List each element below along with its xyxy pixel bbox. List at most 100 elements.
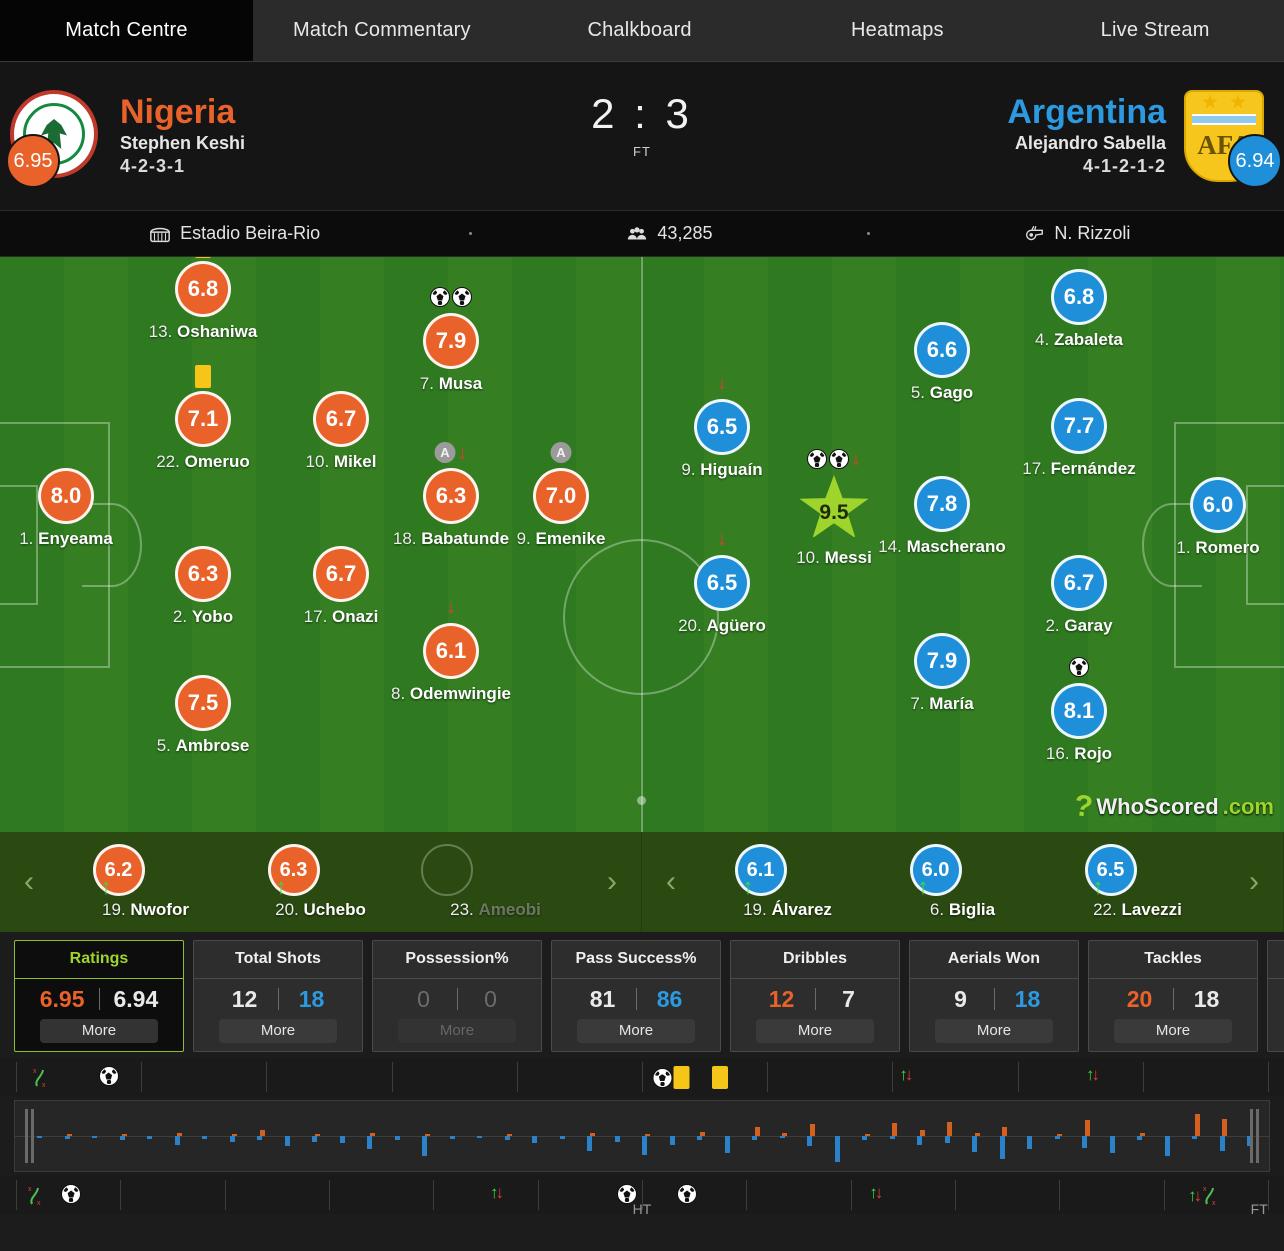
pitch-player[interactable]: 7.7 17. Fernández xyxy=(999,398,1159,479)
player-rating[interactable]: 6.3 xyxy=(175,546,231,602)
stat-card-title: Tackles xyxy=(1089,941,1257,979)
pitch-player[interactable]: ↓ 6.5 9. Higuaín xyxy=(642,373,802,480)
pitch-player[interactable]: 7.9 7. María xyxy=(862,633,1022,714)
timeline-event[interactable]: xx xyxy=(25,1184,45,1206)
stat-more-button[interactable]: More xyxy=(935,1018,1053,1043)
pitch-player[interactable]: 6.7 2. Garay xyxy=(999,555,1159,636)
stat-card-dribbles[interactable]: Dribbles 12 7 More xyxy=(730,940,900,1052)
goal-icon xyxy=(807,449,827,469)
stat-card-pass-success[interactable]: Pass Success% 81 86 More xyxy=(551,940,721,1052)
timeline-event[interactable]: ↑↓ xyxy=(1086,1066,1100,1083)
player-rating[interactable]: 6.0 xyxy=(1190,477,1246,533)
pitch-player[interactable]: 6.0 1. Romero xyxy=(1138,477,1284,558)
away-subs-next-button[interactable]: › xyxy=(1225,865,1283,899)
timeline-tick xyxy=(16,1062,17,1092)
substitute-player[interactable]: ↑ 6.3 20. Uchebo xyxy=(246,844,396,920)
player-rating[interactable]: 7.0 xyxy=(533,468,589,524)
tab-live-stream[interactable]: Live Stream xyxy=(1026,0,1284,61)
player-rating[interactable]: 6.3 xyxy=(423,468,479,524)
stat-card-aerials-won[interactable]: Aerials Won 9 18 More xyxy=(909,940,1079,1052)
timeline-event[interactable] xyxy=(677,1184,698,1204)
player-rating[interactable]: 7.1 xyxy=(175,391,231,447)
timeline-tick xyxy=(767,1062,769,1092)
tab-chalkboard[interactable]: Chalkboard xyxy=(511,0,769,61)
timeline-top-row[interactable]: x x ↑↓ ↑↓ xyxy=(0,1058,1284,1096)
pitch-player[interactable]: ↓ 6.1 8. Odemwingie xyxy=(371,597,531,704)
momentum-bar-nigeria xyxy=(892,1122,897,1136)
timeline-bottom-row[interactable]: x x ↑↓ ↑↓ ↑↓ x x HT FT xyxy=(0,1176,1284,1217)
pitch-player[interactable]: A 7.0 9. Emenike xyxy=(481,442,641,549)
player-rating[interactable]: 7.9 xyxy=(914,633,970,689)
home-subs-prev-button[interactable]: ‹ xyxy=(0,865,58,899)
player-rating[interactable]: 6.8 xyxy=(1051,269,1107,325)
timeline-event[interactable] xyxy=(61,1184,82,1204)
stat-card-ratings[interactable]: Ratings 6.95 6.94 More xyxy=(14,940,184,1052)
pitch-player[interactable]: 6.8 4. Zabaleta xyxy=(999,269,1159,350)
player-rating[interactable]: 6.8 xyxy=(175,261,231,317)
player-rating[interactable]: 7.5 xyxy=(175,675,231,731)
stat-card-total-shots[interactable]: Total Shots 12 18 More xyxy=(193,940,363,1052)
pitch-player[interactable]: 6.7 10. Mikel xyxy=(261,391,421,472)
momentum-chart[interactable] xyxy=(14,1100,1270,1172)
player-rating[interactable]: 6.1 xyxy=(423,623,479,679)
tab-heatmaps[interactable]: Heatmaps xyxy=(769,0,1027,61)
player-rating[interactable]: 6.7 xyxy=(1051,555,1107,611)
player-rating[interactable]: 7.9 xyxy=(423,313,479,369)
player-rating[interactable]: 6.5 xyxy=(694,555,750,611)
stat-more-button[interactable]: More xyxy=(398,1018,516,1043)
pitch-player[interactable]: 8.0 1. Enyeama xyxy=(0,468,146,549)
main-tabbar: Match Centre Match Commentary Chalkboard He… xyxy=(0,0,1284,62)
stat-more-button[interactable]: More xyxy=(219,1018,337,1043)
timeline-event[interactable] xyxy=(711,1066,728,1089)
player-rating[interactable]: 8.1 xyxy=(1051,683,1107,739)
player-rating[interactable]: 7.8 xyxy=(914,476,970,532)
away-score: 3 xyxy=(665,90,693,137)
substitute-player[interactable]: ↑ 6.5 22. Lavezzi xyxy=(1063,844,1213,920)
pitch-player[interactable]: 6.7 17. Onazi xyxy=(261,546,421,627)
substitute-player[interactable]: 23. Ameobi xyxy=(420,844,571,920)
timeline-event[interactable]: ↑↓ x x xyxy=(1188,1184,1220,1206)
substitute-label: 23. Ameobi xyxy=(450,900,541,919)
timeline-event[interactable]: ↑↓ xyxy=(490,1184,504,1201)
player-rating[interactable]: 8.0 xyxy=(38,468,94,524)
player-rating[interactable]: 7.7 xyxy=(1051,398,1107,454)
stat-card-values: 81 86 xyxy=(552,979,720,1016)
stat-more-button[interactable]: More xyxy=(1114,1018,1232,1043)
stat-card-possession[interactable]: Possession% 0 0 More xyxy=(372,940,542,1052)
pitch-player[interactable]: 7.9 7. Musa xyxy=(371,287,531,394)
stat-more-button[interactable]: More xyxy=(40,1018,158,1043)
timeline-tick xyxy=(955,1180,956,1210)
timeline-event[interactable]: ↑↓ xyxy=(869,1184,883,1201)
tab-match-centre[interactable]: Match Centre xyxy=(0,0,253,61)
stat-card-tackles[interactable]: Tackles 20 18 More xyxy=(1088,940,1258,1052)
stat-more-button[interactable]: More xyxy=(756,1018,874,1043)
away-subs-prev-button[interactable]: ‹ xyxy=(642,865,700,899)
stat-more-button[interactable]: More xyxy=(577,1018,695,1043)
home-subs-next-button[interactable]: › xyxy=(583,865,641,899)
timeline-event[interactable]: xx xyxy=(30,1066,50,1088)
player-rating[interactable]: 6.7 xyxy=(313,546,369,602)
momentum-bar-nigeria xyxy=(507,1134,512,1136)
substitute-player[interactable]: ↑ 6.1 19. Álvarez xyxy=(713,844,863,920)
substitute-player[interactable]: ↑ 6.0 6. Biglia xyxy=(888,844,1038,920)
timeline-event[interactable] xyxy=(98,1066,119,1086)
pitch-player[interactable]: 6.3 2. Yobo xyxy=(123,546,283,627)
stat-card-corners[interactable]: Corners 4 More xyxy=(1267,940,1284,1052)
tab-match-commentary[interactable]: Match Commentary xyxy=(253,0,511,61)
pitch-player[interactable]: 8.1 16. Rojo xyxy=(999,657,1159,764)
timeline-event[interactable]: ↑↓ xyxy=(899,1066,913,1083)
goal-icon xyxy=(1069,657,1089,677)
pitch-player[interactable]: 7.1 22. Omeruo xyxy=(123,365,283,472)
pitch-player[interactable]: 6.8 13. Oshaniwa xyxy=(123,257,283,342)
substitute-player[interactable]: ↑ 6.2 19. Nwofor xyxy=(71,844,221,920)
momentum-bar-argentina xyxy=(642,1136,647,1155)
pitch-player[interactable]: ↓ 9.5 10. Messi xyxy=(754,449,914,568)
substitute-rating[interactable] xyxy=(420,844,473,896)
timeline-event[interactable] xyxy=(652,1066,690,1089)
player-rating[interactable]: 6.5 xyxy=(694,399,750,455)
pitch-player[interactable]: 7.5 5. Ambrose xyxy=(123,675,283,756)
player-rating[interactable]: 6.7 xyxy=(313,391,369,447)
pitch-player[interactable]: 6.6 5. Gago xyxy=(862,322,1022,403)
player-rating-man-of-the-match[interactable]: 9.5 xyxy=(799,475,869,539)
player-rating[interactable]: 6.6 xyxy=(914,322,970,378)
